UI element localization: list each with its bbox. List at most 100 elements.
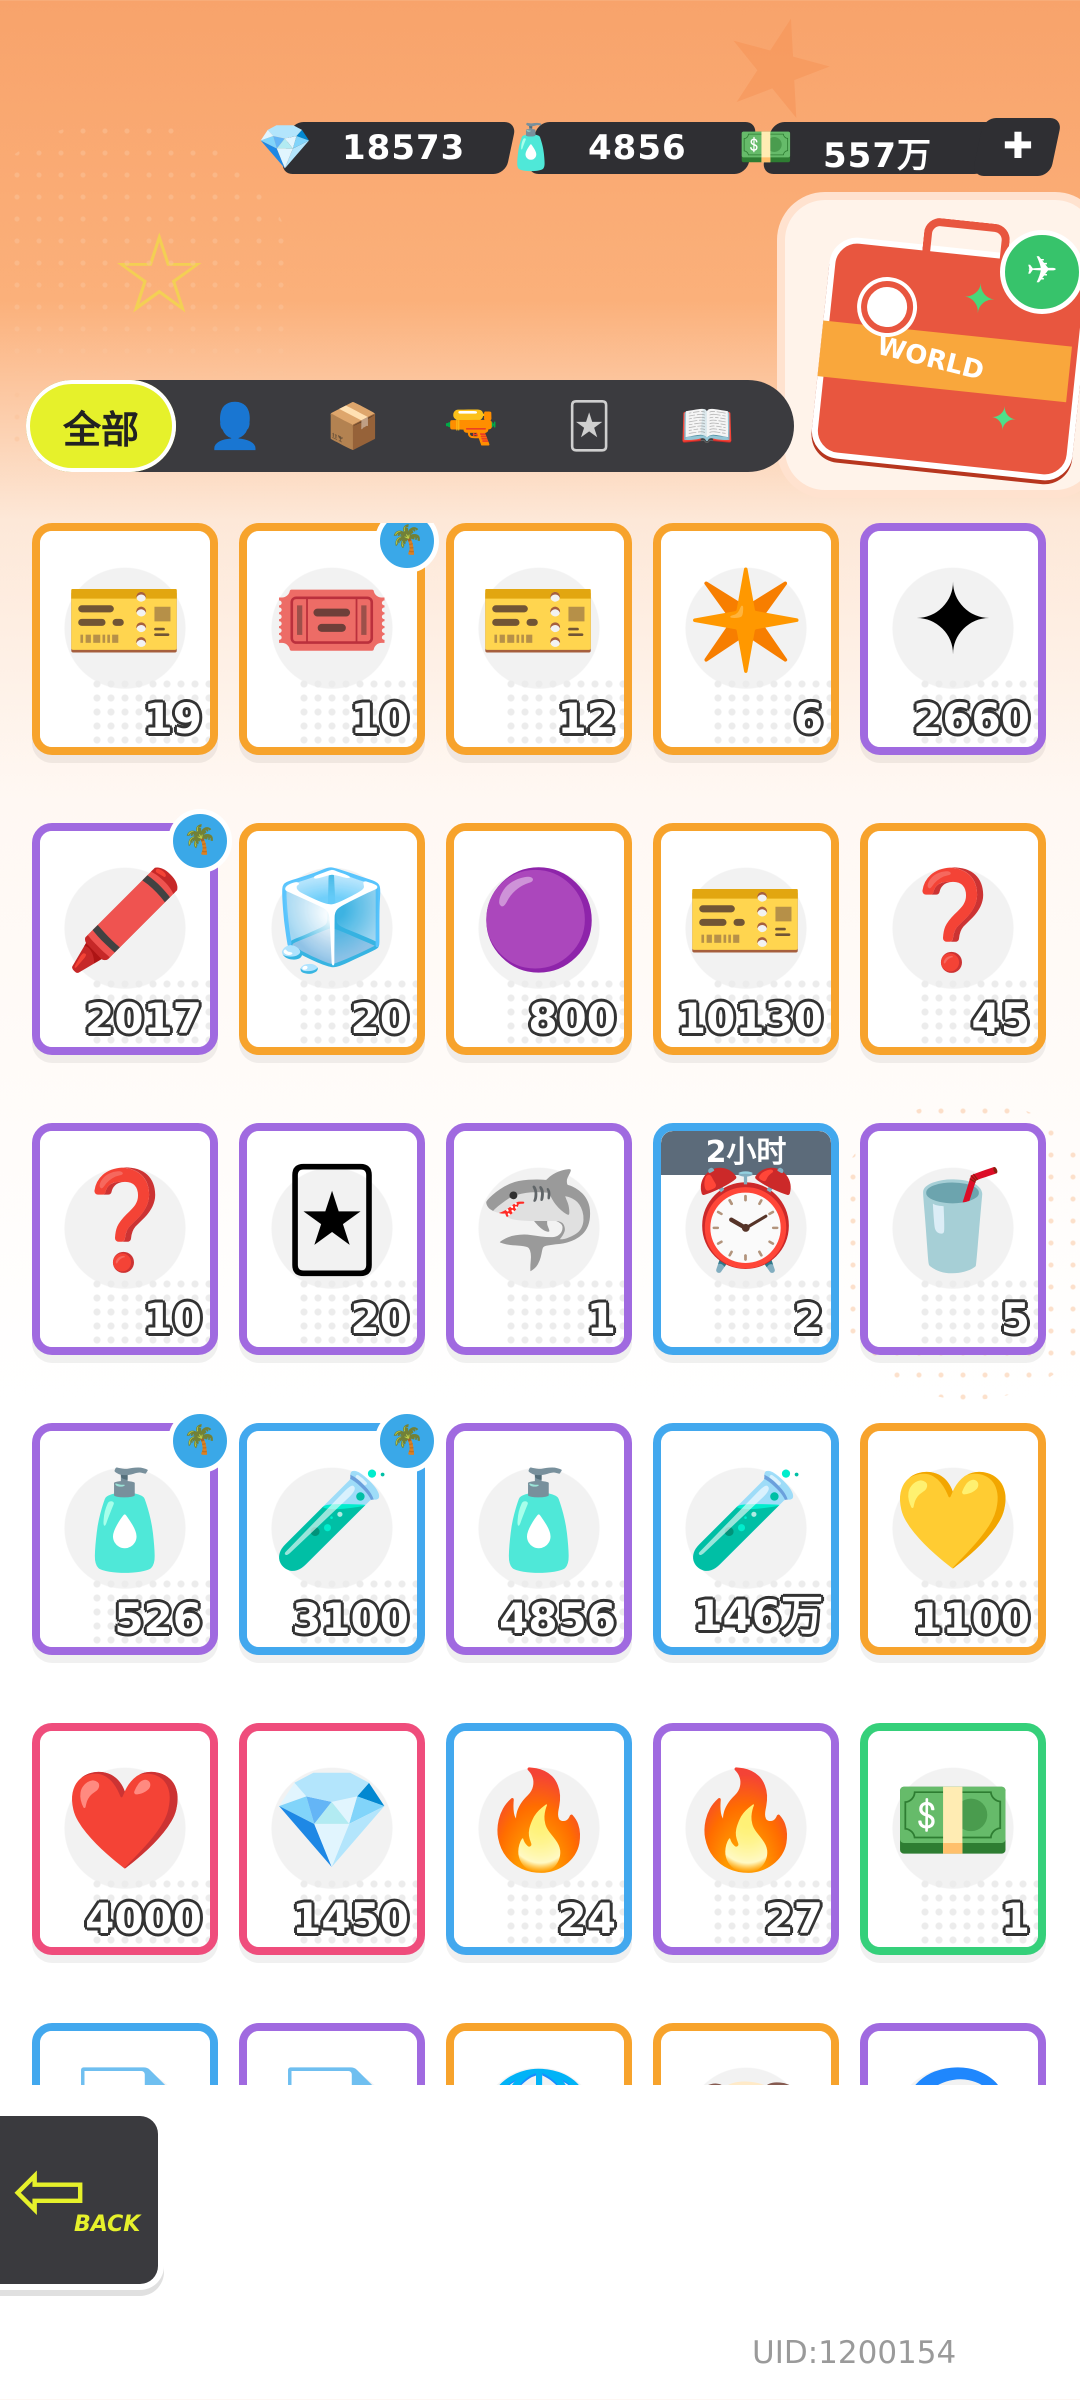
inventory-item-card[interactable]: ❓ 10 — [32, 1123, 218, 1355]
card-background: 🔥 27 — [661, 1731, 831, 1947]
item-icon: 🔥 — [686, 1763, 806, 1876]
card-background: ❓ 45 — [868, 831, 1038, 1047]
inventory-item-card[interactable]: 🧪 3100 🌴 — [239, 1409, 439, 1655]
item-icon: 🎫 — [65, 563, 185, 676]
tab-weapon[interactable]: 🔫 — [412, 380, 530, 472]
item-count: 4856 — [499, 1594, 616, 1643]
inventory-item-card[interactable]: 🌐 — [446, 2023, 632, 2085]
item-count: 800 — [528, 994, 616, 1043]
inventory-item-card[interactable]: ✦ 2660 — [860, 523, 1046, 755]
item-icon: 🖍️ — [65, 863, 185, 976]
inventory-item-card[interactable]: 🃏 20 — [239, 1123, 425, 1355]
item-icon: 📄 — [267, 2055, 397, 2086]
card-background: ❓ 10 — [40, 1131, 210, 1347]
card-background: ❤️ 4000 — [40, 1731, 210, 1947]
inventory-item-card[interactable]: 🟣 800 — [446, 823, 632, 1055]
tab-cards[interactable]: 🃏 — [530, 380, 648, 472]
person-icon: 👤 — [207, 401, 263, 452]
item-count: 20 — [350, 994, 409, 1043]
item-icon: 🧪 — [272, 1463, 392, 1576]
card-background: 🦈 1 — [454, 1131, 624, 1347]
currency-item[interactable]: 💎 18573 — [252, 114, 517, 178]
inventory-grid: 🎫 19 🎟️ 10 🌴 🎫 12 ✴️ 6 ✦ 2660 🖍️ 2017 🌴 🧊 20 🟣 800 🎫 10130 ❓… — [32, 523, 1052, 2085]
item-count: 12 — [557, 694, 616, 743]
card-background: ✴️ 6 — [661, 531, 831, 747]
inventory-item-card[interactable]: 🦈 1 — [446, 1123, 632, 1355]
item-count: 10 — [143, 1294, 202, 1343]
item-icon: ❓ — [893, 863, 1013, 976]
item-icon: 🎫 — [479, 563, 599, 676]
card-background: 🧪 146万 — [661, 1431, 831, 1647]
item-icon: 🧴 — [65, 1463, 185, 1576]
currency-item[interactable]: 💵 557万 — [733, 114, 998, 178]
item-icon: ⏰ — [686, 1163, 806, 1276]
tab-book[interactable]: 📖 — [648, 380, 766, 472]
item-count: 526 — [114, 1594, 202, 1643]
inventory-item-card[interactable]: 2小时 ⏰ 2 — [653, 1123, 839, 1355]
inventory-item-card[interactable]: 🧴 4856 — [446, 1423, 632, 1655]
inventory-item-card[interactable]: 🎫 19 — [32, 523, 218, 755]
card-background: 🔥 24 — [454, 1731, 624, 1947]
item-count: 45 — [971, 994, 1030, 1043]
inventory-item-card[interactable]: 🎟️ 10 🌴 — [239, 523, 439, 755]
card-background: 🌐 — [454, 2031, 624, 2085]
item-count: 1 — [586, 1294, 616, 1343]
user-id-label: UID:1200154 — [752, 2335, 957, 2371]
inventory-item-card[interactable]: 🥤 5 — [860, 1123, 1046, 1355]
item-icon: 📄 — [60, 2055, 190, 2086]
inventory-item-card[interactable]: 🧊 20 — [239, 823, 425, 1055]
item-icon: 🧪 — [686, 1463, 806, 1576]
item-icon: 🃏 — [282, 1164, 382, 1276]
tab-all[interactable]: 全部 — [26, 380, 176, 472]
item-count: 1100 — [913, 1594, 1030, 1643]
box-icon: 📦 — [325, 401, 381, 452]
airplane-icon: ✈ — [1000, 230, 1080, 314]
item-icon: 🌀 — [888, 2055, 1018, 2086]
item-count: 1450 — [292, 1894, 409, 1943]
card-background: 💵 1 — [868, 1731, 1038, 1947]
inventory-item-card[interactable]: 🎫 10130 — [653, 823, 839, 1055]
back-button[interactable]: ⇦ BACK — [0, 2110, 164, 2290]
item-count: 2017 — [85, 994, 202, 1043]
inventory-item-card[interactable]: 💎 1450 — [239, 1723, 425, 1955]
card-background: 💎 1450 — [247, 1731, 417, 1947]
card-background: 🎫 10130 — [661, 831, 831, 1047]
item-count: 24 — [557, 1894, 616, 1943]
card-background: 🌀 — [868, 2031, 1038, 2085]
item-count: 146万 — [693, 1591, 823, 1640]
suitcase-handle — [921, 216, 1012, 264]
gift-box-icon[interactable]: ✚ — [990, 124, 1046, 170]
card-background: 🧴 4856 — [454, 1431, 624, 1647]
item-icon: 🌐 — [474, 2055, 604, 2086]
item-icon: 💛 — [893, 1463, 1013, 1576]
inventory-item-card[interactable]: 📄 — [32, 2023, 218, 2085]
inventory-item-card[interactable]: 🔥 24 — [446, 1723, 632, 1955]
inventory-item-card[interactable]: 🐶 — [653, 2023, 839, 2085]
card-background: 💛 1100 — [868, 1431, 1038, 1647]
card-background: 🎫 12 — [454, 531, 624, 747]
inventory-item-card[interactable]: ❤️ 4000 — [32, 1723, 218, 1955]
inventory-item-card[interactable]: 💵 1 — [860, 1723, 1046, 1955]
tab-character[interactable]: 👤 — [176, 380, 294, 472]
palm-tree-badge-icon: 🌴 — [168, 1409, 232, 1473]
inventory-item-card[interactable]: 🖍️ 2017 🌴 — [32, 809, 232, 1055]
card-background: 2小时 ⏰ 2 — [661, 1131, 831, 1347]
item-icon: 🔥 — [479, 1763, 599, 1876]
item-count: 1 — [1000, 1894, 1030, 1943]
inventory-item-card[interactable]: 💛 1100 — [860, 1423, 1046, 1655]
inventory-item-card[interactable]: 🎫 12 — [446, 523, 632, 755]
item-count: 6 — [793, 694, 823, 743]
inventory-item-card[interactable]: ✴️ 6 — [653, 523, 839, 755]
item-count: 2 — [793, 1294, 823, 1343]
tab-box[interactable]: 📦 — [294, 380, 412, 472]
inventory-item-card[interactable]: 🧴 526 🌴 — [32, 1409, 232, 1655]
inventory-item-card[interactable]: 🔥 27 — [653, 1723, 839, 1955]
inventory-item-card[interactable]: 🧪 146万 — [653, 1423, 839, 1655]
inventory-item-card[interactable]: 📄 — [239, 2023, 425, 2085]
item-count: 10130 — [676, 994, 823, 1043]
inventory-item-card[interactable]: 🌀 — [860, 2023, 1046, 2085]
currency-item[interactable]: 🧴 4856 — [498, 114, 758, 178]
inventory-item-card[interactable]: ❓ 45 — [860, 823, 1046, 1055]
palm-tree-badge-icon: 🌴 — [375, 1409, 439, 1473]
spray-gun-icon: 🔫 — [443, 401, 499, 452]
